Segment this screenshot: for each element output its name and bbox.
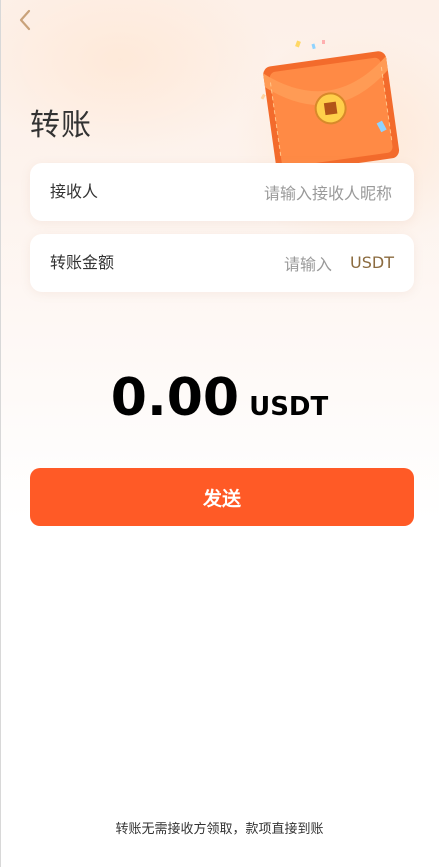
recipient-label: 接收人 [50, 182, 99, 201]
recipient-input[interactable] [170, 163, 394, 223]
amount-total: 0.00 [110, 368, 240, 428]
amount-field-card[interactable]: 转账金额 USDT [30, 234, 414, 294]
amount-label: 转账金额 [50, 253, 115, 272]
footer-note: 转账无需接收方领取，款项直接到账 [115, 822, 324, 837]
amount-input[interactable] [180, 234, 334, 294]
recipient-field-card[interactable]: 接收人 [30, 163, 414, 223]
left-border [0, 0, 1, 867]
page-title: 转账 [30, 108, 92, 143]
amount-total-unit: USDT [249, 392, 329, 422]
amount-unit-suffix: USDT [350, 253, 394, 272]
amount-summary: 0.00 USDT [0, 368, 439, 428]
chevron-left-icon [19, 9, 31, 31]
red-envelope-icon [260, 40, 400, 168]
back-button[interactable] [14, 8, 38, 32]
send-button[interactable]: 发送 [30, 468, 414, 526]
